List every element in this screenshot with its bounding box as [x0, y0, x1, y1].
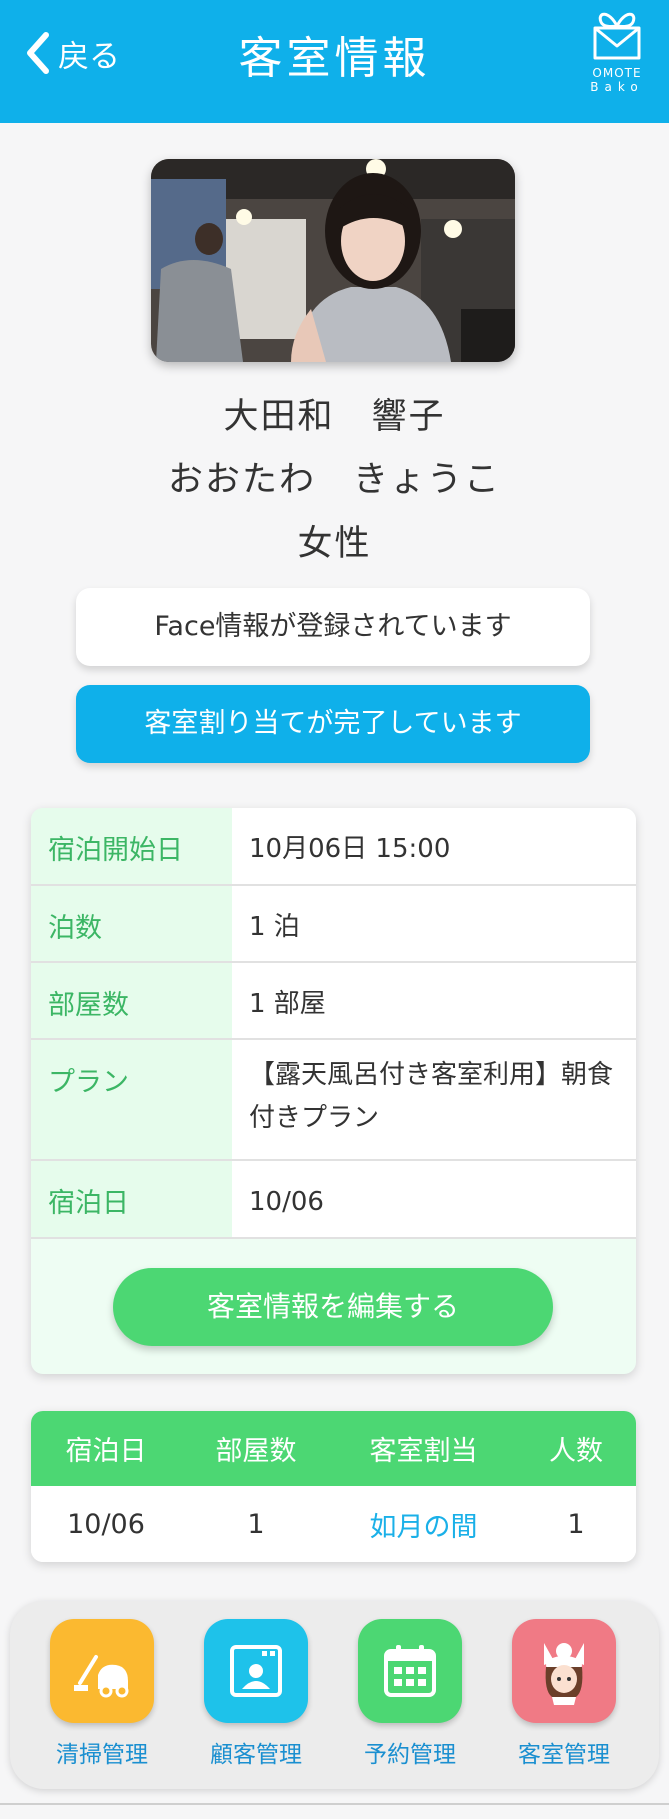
info-label: 宿泊日: [31, 1161, 232, 1237]
nav-reservation-management[interactable]: 予約管理: [345, 1619, 475, 1769]
vacuum-cleaner-icon: [50, 1619, 154, 1723]
nav-label: 客室管理: [518, 1742, 610, 1768]
gift-box-icon: [593, 12, 641, 60]
info-value: 【露天風呂付き客室利用】朝食付きプラン: [232, 1040, 636, 1159]
info-label: 部屋数: [31, 963, 232, 1038]
info-row-nights: 泊数 1 泊: [31, 886, 636, 963]
info-row-rooms: 部屋数 1 部屋: [31, 963, 636, 1040]
guest-name: 大田和 響子: [223, 397, 446, 437]
column-header: 人数: [549, 1436, 603, 1467]
calendar-icon: [358, 1619, 462, 1723]
room-assigned-status: 客室割り当てが完了しています: [76, 685, 590, 763]
info-label: 泊数: [31, 886, 232, 961]
column-header: 客室割当: [369, 1436, 478, 1467]
nav-customer-management[interactable]: 顧客管理: [191, 1619, 321, 1769]
customer-card-icon: [204, 1619, 308, 1723]
bottom-navigation: 清掃管理 顧客管理 予約管理 客室管理: [10, 1601, 659, 1789]
info-label: プラン: [31, 1040, 232, 1159]
stay-table: 宿泊日 部屋数 客室割当 人数 10/06 1 如月の間 1: [31, 1411, 636, 1562]
nav-label: 予約管理: [364, 1742, 456, 1768]
table-row: 10/06 1 如月の間 1: [31, 1486, 636, 1562]
info-value: 10/06: [232, 1161, 636, 1237]
nav-cleaning-management[interactable]: 清掃管理: [37, 1619, 167, 1769]
info-row-stay-date: 宿泊日 10/06: [31, 1161, 636, 1239]
room-count-cell: 1: [247, 1508, 265, 1540]
omotebako-logo: OMOTE Bako: [585, 2, 649, 106]
info-value: 10月06日 15:00: [232, 808, 636, 884]
reservation-card: 宿泊開始日 10月06日 15:00 泊数 1 泊 部屋数 1 部屋 プラン 【…: [31, 808, 636, 1374]
info-row-start-date: 宿泊開始日 10月06日 15:00: [31, 808, 636, 886]
stay-date-cell: 10/06: [67, 1508, 145, 1540]
stay-table-header: 宿泊日 部屋数 客室割当 人数: [31, 1411, 636, 1486]
info-label: 宿泊開始日: [31, 808, 232, 884]
column-header: 部屋数: [215, 1436, 297, 1467]
guest-photo: [151, 159, 515, 362]
header-bar: 戻る 客室情報 OMOTE Bako: [0, 0, 669, 123]
column-header: 宿泊日: [65, 1436, 147, 1467]
guest-name-kana: おおたわ きょうこ: [167, 460, 501, 500]
bottom-divider: [0, 1803, 669, 1805]
nav-label: 顧客管理: [210, 1742, 302, 1768]
face-registered-status: Face情報が登録されています: [76, 588, 590, 666]
logo-text-omote: OMOTE: [592, 66, 642, 80]
nav-label: 清掃管理: [56, 1742, 148, 1768]
logo-text-bako: Bako: [590, 80, 644, 94]
info-value: 1 泊: [232, 886, 636, 961]
guest-count-cell: 1: [567, 1508, 585, 1540]
guest-gender: 女性: [297, 524, 372, 564]
page-title: 客室情報: [238, 33, 431, 84]
info-row-plan: プラン 【露天風呂付き客室利用】朝食付きプラン: [31, 1040, 636, 1161]
edit-room-info-button[interactable]: 客室情報を編集する: [113, 1268, 553, 1346]
room-name-link[interactable]: 如月の間: [331, 1486, 516, 1562]
maid-character-icon: [512, 1619, 616, 1723]
info-value: 1 部屋: [232, 963, 636, 1038]
nav-room-management[interactable]: 客室管理: [499, 1619, 629, 1769]
